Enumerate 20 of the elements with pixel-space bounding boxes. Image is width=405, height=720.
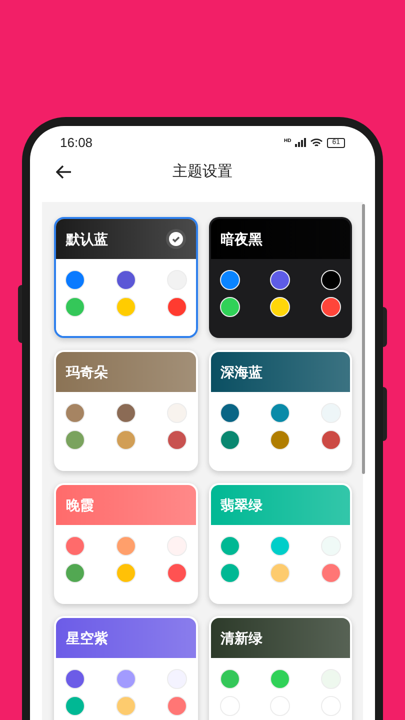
theme-name: 玛奇朵: [66, 362, 108, 382]
page-title: 主题设置: [172, 162, 232, 182]
theme-name: 暗夜黑: [220, 230, 262, 248]
theme-card[interactable]: 玛奇朵: [54, 350, 198, 471]
theme-card[interactable]: 清新绿: [208, 616, 352, 720]
theme-name: 默认蓝: [66, 230, 108, 248]
theme-card[interactable]: 暗夜黑: [208, 217, 352, 338]
back-arrow-icon[interactable]: [56, 164, 72, 179]
theme-card[interactable]: 星空紫: [54, 616, 198, 720]
theme-name: 深海蓝: [220, 362, 262, 382]
check-icon: [166, 229, 186, 249]
theme-card[interactable]: 默认蓝: [54, 217, 198, 338]
theme-name: 翡翠绿: [220, 496, 262, 514]
status-time: 16:08: [60, 134, 93, 152]
wifi-icon: [310, 138, 324, 148]
theme-name: 星空紫: [66, 628, 108, 648]
theme-name: 晚霞: [66, 496, 94, 514]
signal-icon: [295, 138, 306, 148]
theme-name: 清新绿: [220, 628, 262, 648]
theme-card[interactable]: 深海蓝: [208, 350, 352, 471]
